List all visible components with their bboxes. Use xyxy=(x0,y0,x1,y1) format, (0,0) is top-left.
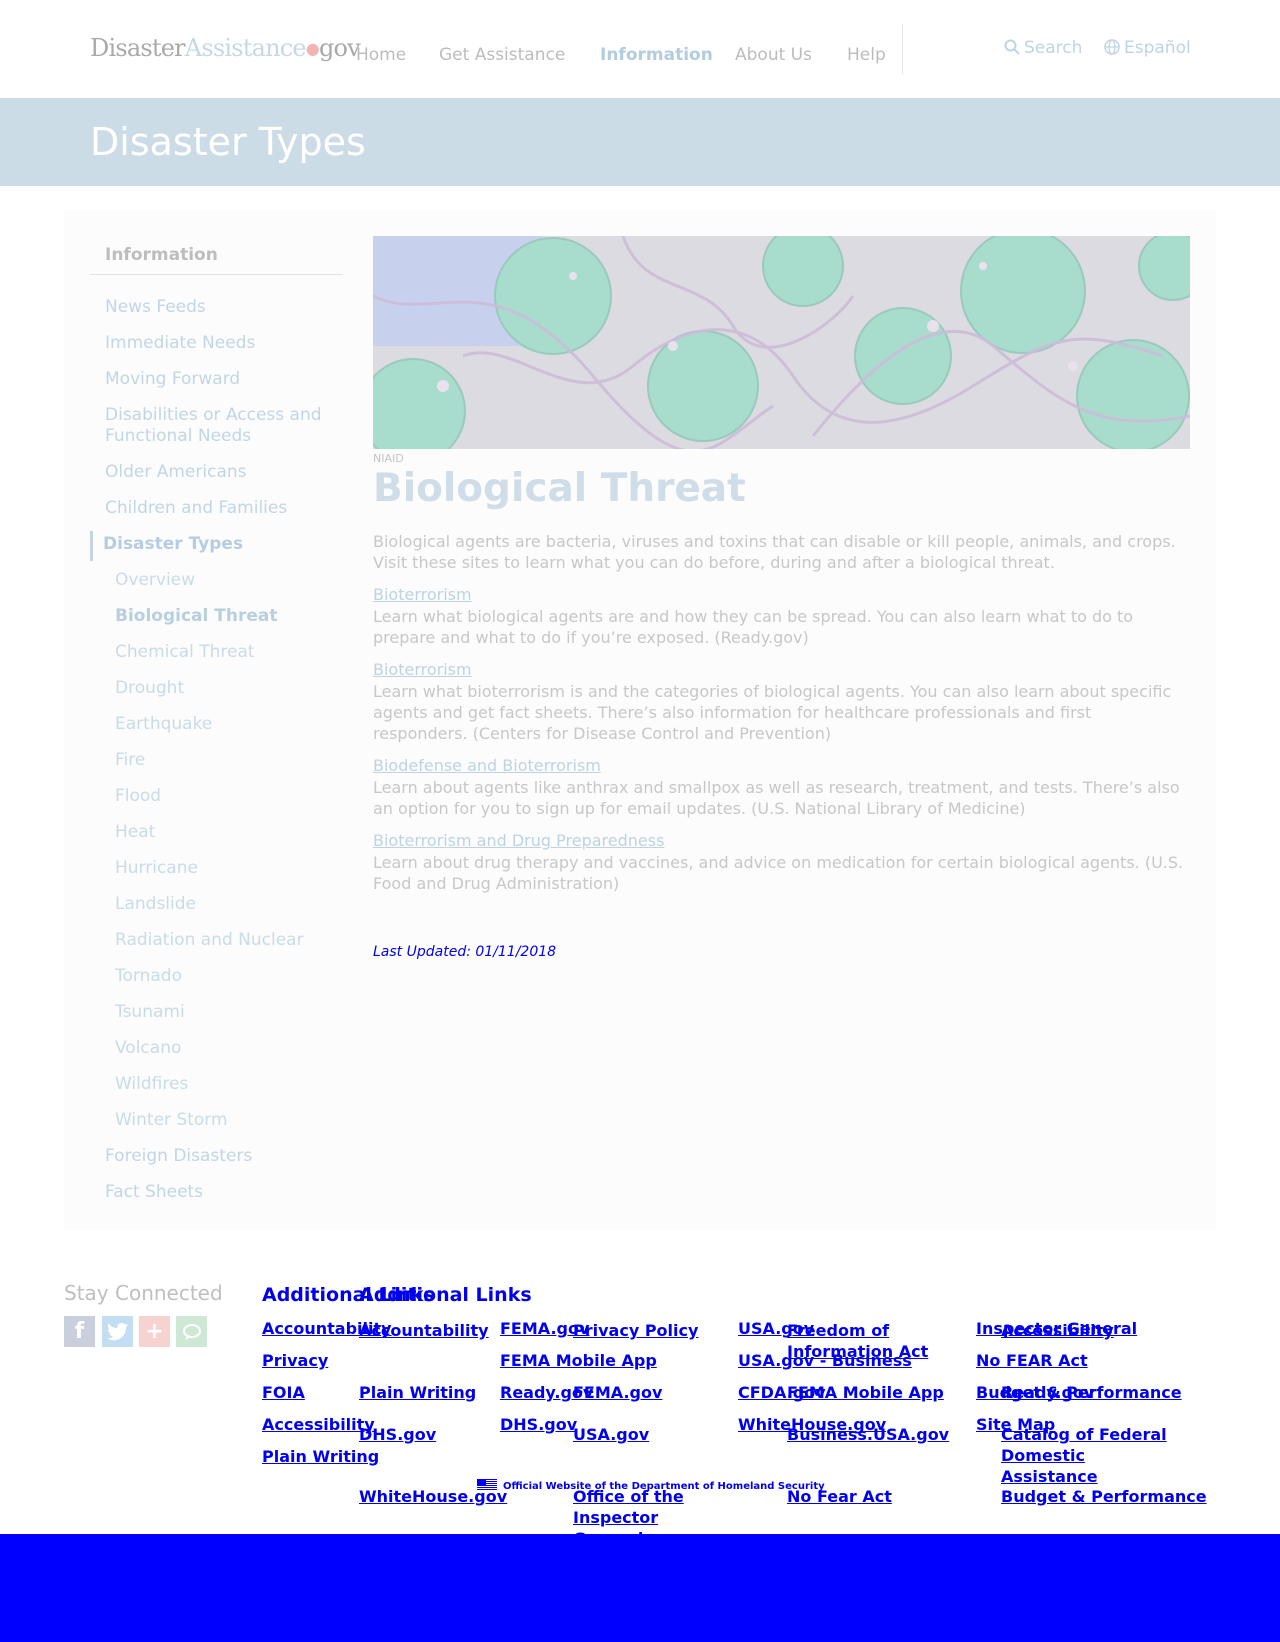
footer-link[interactable]: Business.USA.gov xyxy=(787,1424,949,1445)
sidebar-subitem-earthquake[interactable]: Earthquake xyxy=(115,714,345,735)
footer-link[interactable]: Privacy xyxy=(262,1350,328,1371)
sidebar-item-moving-forward[interactable]: Moving Forward xyxy=(105,369,335,390)
twitter-icon[interactable] xyxy=(102,1316,133,1347)
stay-connected-heading: Stay Connected xyxy=(64,1281,223,1305)
footer-link[interactable]: Privacy Policy xyxy=(573,1320,698,1341)
page-banner: Disaster Types xyxy=(0,98,1280,186)
chat-icon[interactable] xyxy=(176,1316,207,1347)
sidebar-item-disaster-types[interactable]: Disaster Types xyxy=(103,534,333,555)
search-icon xyxy=(1004,39,1020,60)
bottom-bar xyxy=(0,1534,1280,1642)
hero-image-microscopy xyxy=(373,236,1190,449)
image-caption: NIAID xyxy=(373,452,404,465)
facebook-icon[interactable]: f xyxy=(64,1316,95,1347)
sidebar-item-foreign-disasters[interactable]: Foreign Disasters xyxy=(105,1146,335,1167)
google-plus-icon[interactable]: + xyxy=(139,1316,170,1347)
sidebar-subitem-wildfires[interactable]: Wildfires xyxy=(115,1074,345,1095)
resource-link-bioterrorism-cdc[interactable]: Bioterrorism xyxy=(373,660,472,679)
sidebar-subitem-biological-threat[interactable]: Biological Threat xyxy=(115,606,345,627)
footer-link[interactable]: DHS.gov xyxy=(359,1424,436,1445)
sidebar-subitem-flood[interactable]: Flood xyxy=(115,786,345,807)
nav-help[interactable]: Help xyxy=(847,45,886,65)
nav-home[interactable]: Home xyxy=(356,45,406,65)
nav-information[interactable]: Information xyxy=(600,45,713,65)
sidebar-subitem-fire[interactable]: Fire xyxy=(115,750,345,771)
sidebar-subitem-winter-storm[interactable]: Winter Storm xyxy=(115,1110,345,1131)
sidebar-divider xyxy=(90,274,343,275)
resource-description: Learn what biological agents are and how… xyxy=(373,607,1134,647)
site-logo[interactable]: DisasterAssistance●gov xyxy=(90,34,361,62)
sidebar-subitem-heat[interactable]: Heat xyxy=(115,822,345,843)
official-dhs-notice: Official Website of the Department of Ho… xyxy=(477,1479,825,1492)
language-link[interactable]: Español xyxy=(1104,38,1191,60)
banner-title: Disaster Types xyxy=(90,120,366,164)
resource-link-biodefense[interactable]: Biodefense and Bioterrorism xyxy=(373,756,601,775)
logo-dot: ● xyxy=(305,39,320,58)
search-link[interactable]: Search xyxy=(1004,38,1082,60)
footer-link[interactable]: Accountability xyxy=(359,1320,489,1341)
sidebar-subitem-tsunami[interactable]: Tsunami xyxy=(115,1002,345,1023)
sidebar-subitem-drought[interactable]: Drought xyxy=(115,678,345,699)
resource-link-bioterrorism-ready[interactable]: Bioterrorism xyxy=(373,585,472,604)
footer-link[interactable]: No FEAR Act xyxy=(976,1350,1088,1371)
sidebar-item-disabilities[interactable]: Disabilities or Access and Functional Ne… xyxy=(105,405,335,447)
nav-get-assistance[interactable]: Get Assistance xyxy=(439,45,565,65)
sidebar-item-fact-sheets[interactable]: Fact Sheets xyxy=(105,1182,335,1203)
footer-link[interactable]: FOIA xyxy=(262,1382,305,1403)
sidebar-item-older-americans[interactable]: Older Americans xyxy=(105,462,335,483)
resource-description: Learn about drug therapy and vaccines, a… xyxy=(373,853,1184,893)
sidebar-subitem-volcano[interactable]: Volcano xyxy=(115,1038,345,1059)
active-section-marker xyxy=(90,531,93,561)
footer-link[interactable]: Accessibility xyxy=(262,1414,375,1435)
footer-link[interactable]: Catalog of Federal Domestic Assistance xyxy=(1001,1424,1181,1487)
footer-link[interactable]: Plain Writing xyxy=(359,1382,476,1403)
globe-icon xyxy=(1104,39,1120,60)
resource-link-drug-preparedness[interactable]: Bioterrorism and Drug Preparedness xyxy=(373,831,664,850)
footer-link[interactable]: Plain Writing xyxy=(262,1446,379,1467)
resource-description: Learn about agents like anthrax and smal… xyxy=(373,778,1180,818)
intro-paragraph: Biological agents are bacteria, viruses … xyxy=(373,532,1176,572)
site-header: DisasterAssistance●gov Home Get Assistan… xyxy=(0,0,1280,98)
footer-link[interactable]: USA.gov xyxy=(573,1424,649,1445)
sidebar-subitem-tornado[interactable]: Tornado xyxy=(115,966,345,987)
sidebar-subitem-chemical-threat[interactable]: Chemical Threat xyxy=(115,642,345,663)
sidebar-heading: Information xyxy=(105,245,218,265)
nav-about-us[interactable]: About Us xyxy=(735,45,812,65)
last-updated: Last Updated: 01/11/2018 xyxy=(373,944,557,960)
resource-description: Learn what bioterrorism is and the categ… xyxy=(373,682,1172,743)
sidebar-item-children-families[interactable]: Children and Families xyxy=(105,498,335,519)
sidebar-item-immediate-needs[interactable]: Immediate Needs xyxy=(105,333,335,354)
sidebar-subitem-landslide[interactable]: Landslide xyxy=(115,894,345,915)
footer-title-b: Additional Links xyxy=(359,1284,532,1306)
footer-link[interactable]: FEMA Mobile App xyxy=(787,1382,944,1403)
page-title: Biological Threat xyxy=(373,466,746,511)
footer-link[interactable]: Budget & Performance xyxy=(1001,1486,1207,1507)
footer-link[interactable]: FEMA.gov xyxy=(573,1382,662,1403)
sidebar-subitem-radiation-nuclear[interactable]: Radiation and Nuclear xyxy=(115,930,345,951)
sidebar-subitem-hurricane[interactable]: Hurricane xyxy=(115,858,345,879)
footer-link[interactable]: Ready.gov xyxy=(1001,1382,1094,1403)
nav-divider xyxy=(902,24,903,74)
us-flag-icon xyxy=(477,1479,497,1491)
footer-link[interactable]: FEMA Mobile App xyxy=(500,1350,657,1371)
sidebar-item-news-feeds[interactable]: News Feeds xyxy=(105,297,335,318)
footer-link[interactable]: Accessibility xyxy=(1001,1320,1114,1341)
sidebar-subitem-overview[interactable]: Overview xyxy=(115,570,345,591)
footer-link[interactable]: Freedom of Information Act xyxy=(787,1320,937,1362)
footer-link[interactable]: DHS.gov xyxy=(500,1414,577,1435)
